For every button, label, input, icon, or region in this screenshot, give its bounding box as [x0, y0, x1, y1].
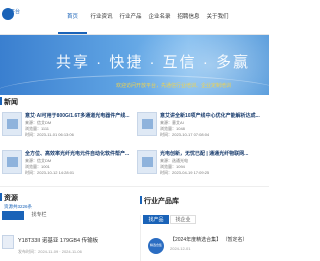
news-thumbnail — [137, 112, 157, 136]
image-placeholder-icon — [142, 119, 153, 129]
image-placeholder-icon — [142, 157, 153, 167]
banner-welcome-text: 欢迎访问开放平台，先通信行业培训、企业定制培训 — [116, 83, 232, 89]
tab-find-company[interactable]: 找企业 — [170, 215, 196, 224]
nav-item-about[interactable]: 关于我们 — [203, 0, 232, 34]
product-thumb-label: 精选合集 — [149, 243, 162, 247]
tab-find-product[interactable]: 找产品 — [143, 215, 169, 224]
nav-item-news[interactable]: 行业资讯 — [87, 0, 116, 34]
news-card[interactable]: 光电创新，无忧已配 | 通通光纤物联网... 来源：选通光电 浏览量：1094 … — [137, 150, 267, 180]
news-thumbnail — [2, 150, 22, 174]
news-date: 时间：2023-11-01 06:13:06 — [25, 132, 74, 137]
site-logo[interactable]: 平台 — [2, 6, 26, 26]
news-date: 时间：2023-10-17 07:08:04 — [160, 132, 210, 137]
news-section-accent — [0, 97, 2, 105]
news-title[interactable]: 光电创新，无忧已配 | 通通光纤物联网... — [160, 150, 265, 157]
product-item-title[interactable]: 【2024年度精选合集】 （暂定名） — [170, 236, 248, 243]
top-navigation-bar: 平台 首页 行业资讯 行业产品 企业名录 招聘信息 关于我们 — [0, 0, 269, 35]
resources-count: 资源共3226条 — [4, 204, 33, 209]
tab-find-column[interactable]: 找专栏 — [25, 211, 53, 220]
news-section-title: 新闻 — [4, 99, 18, 106]
document-icon — [2, 235, 14, 249]
nav-item-products[interactable]: 行业产品 — [116, 0, 145, 34]
image-placeholder-icon — [7, 157, 18, 167]
products-section-title: 行业产品库 — [144, 198, 179, 205]
resource-item-date: 发布时间：2024-11-09 · 2024-11-06 — [18, 249, 82, 254]
image-placeholder-icon — [7, 119, 18, 129]
main-nav: 首页 行业资讯 行业产品 企业名录 招聘信息 关于我们 — [58, 0, 232, 34]
news-thumbnail — [2, 112, 22, 136]
news-date: 时间：2023-04-19 17:09:25 — [160, 170, 210, 175]
nav-item-directory[interactable]: 企业名录 — [145, 0, 174, 34]
tab-resources-primary[interactable] — [2, 211, 24, 220]
news-title[interactable]: 全方位、高效率光纤光电元件自动化软件帮产... — [25, 150, 130, 157]
news-title[interactable]: 意艾讲全新10项产线中心优化产能解析达成... — [160, 112, 265, 119]
news-thumbnail — [137, 150, 157, 174]
banner-slogan: 共享 · 快捷 · 互信 · 多赢 — [56, 54, 250, 71]
news-card[interactable]: 全方位、高效率光纤光电元件自动化软件帮产... 来源：信艾DM 浏览量：1001… — [2, 150, 132, 180]
news-card[interactable]: 意艾讲全新10项产线中心优化产能解析达成... 来源：意艾AI 浏览量：1048… — [137, 112, 267, 142]
nav-item-jobs[interactable]: 招聘信息 — [174, 0, 203, 34]
news-date: 时间：2023-10-12 14:28:01 — [25, 170, 75, 175]
section-divider — [0, 186, 269, 187]
product-thumbnail[interactable]: 精选合集 — [148, 238, 164, 254]
news-title[interactable]: 意艾·AI可用于800G/1.6T多通道光电器件产线... — [25, 112, 130, 119]
resources-section-accent — [0, 193, 2, 201]
product-item-date: 2024-12-01 — [170, 246, 191, 251]
logo-text: 平台 — [10, 9, 21, 15]
products-section-accent — [140, 196, 142, 204]
news-card[interactable]: 意艾·AI可用于800G/1.6T多通道光电器件产线... 来源：信艾DM 浏览… — [2, 112, 132, 142]
resources-section-title: 资源 — [4, 195, 18, 202]
nav-item-home[interactable]: 首页 — [58, 0, 87, 34]
resource-item-title[interactable]: Y18T33II 诺基亚 179GB4 传输板 — [18, 236, 98, 244]
hero-banner[interactable]: 共享 · 快捷 · 互信 · 多赢 欢迎访问开放平台，先通信行业培训、企业定制培… — [0, 35, 269, 95]
